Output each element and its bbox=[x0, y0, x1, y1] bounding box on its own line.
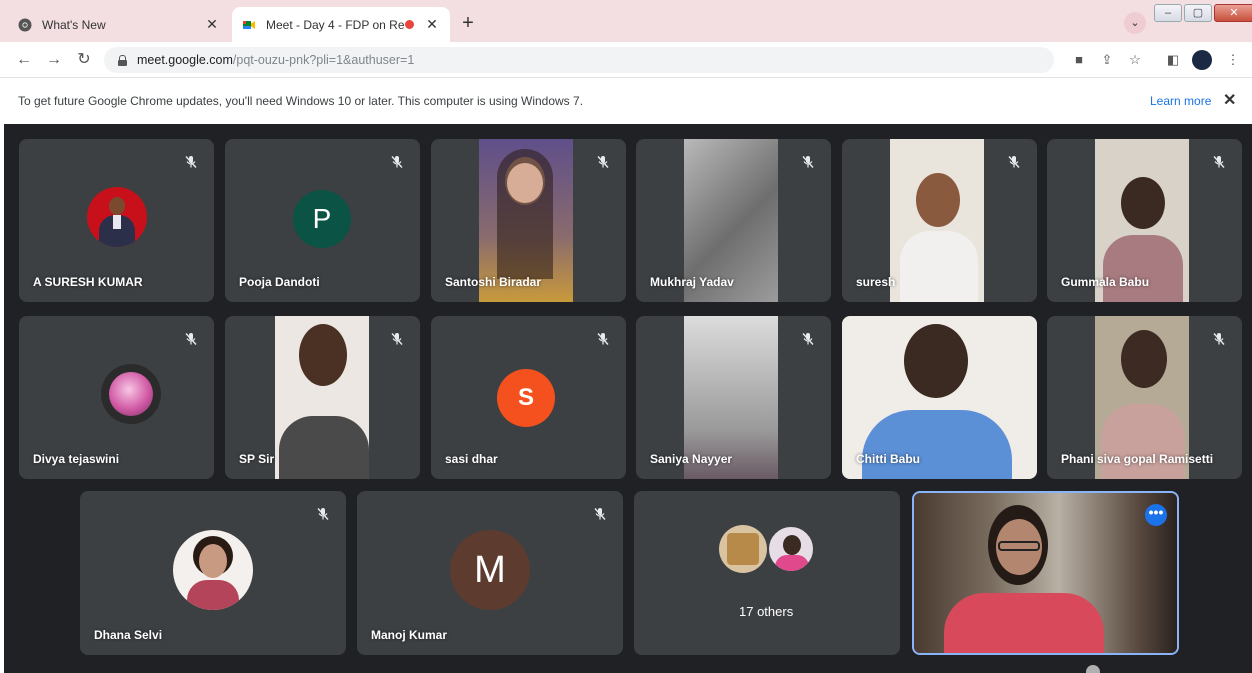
mic-off-icon bbox=[391, 156, 403, 168]
url-host: meet.google.com bbox=[137, 53, 233, 67]
participant-name: Pooja Dandoti bbox=[239, 275, 320, 289]
participant-name: Saniya Nayyer bbox=[650, 452, 733, 466]
participant-tile[interactable]: M Manoj Kumar bbox=[357, 491, 623, 655]
maximize-icon[interactable]: ▢ bbox=[1184, 4, 1212, 22]
mic-off-icon bbox=[185, 156, 197, 168]
presence-indicator bbox=[1086, 665, 1100, 673]
participant-name: SP Sir bbox=[239, 452, 275, 466]
participant-name: suresh bbox=[856, 275, 896, 289]
participant-name: Chitti Babu bbox=[856, 452, 920, 466]
meet-grid: A SURESH KUMAR P Pooja Dandoti Santoshi … bbox=[4, 124, 1252, 673]
chrome-icon bbox=[18, 18, 32, 31]
self-video-feed bbox=[914, 493, 1177, 653]
infobar-close-icon[interactable]: ✕ bbox=[1223, 90, 1236, 110]
participant-tile[interactable]: A SURESH KUMAR bbox=[19, 139, 214, 302]
participant-name: Dhana Selvi bbox=[94, 628, 163, 642]
tab-search-icon[interactable]: ⌄ bbox=[1124, 12, 1146, 34]
participant-tile[interactable]: Santoshi Biradar bbox=[431, 139, 626, 302]
share-icon[interactable]: ⇪ bbox=[1098, 51, 1116, 69]
participant-tile[interactable]: P Pooja Dandoti bbox=[225, 139, 420, 302]
window-controls: – ▢ ✕ bbox=[1152, 4, 1252, 24]
tab-title: What's New bbox=[42, 17, 106, 32]
participant-name: Phani siva gopal Ramisetti bbox=[1061, 452, 1214, 466]
window-close-icon[interactable]: ✕ bbox=[1214, 4, 1252, 22]
menu-kebab-icon[interactable]: ⋮ bbox=[1224, 51, 1242, 69]
mic-off-icon bbox=[802, 333, 814, 345]
video-feed bbox=[890, 139, 984, 302]
recording-icon bbox=[405, 20, 414, 29]
mic-off-icon bbox=[594, 508, 606, 520]
tab-title: Meet - Day 4 - FDP on Rece bbox=[266, 17, 405, 32]
participant-name: Manoj Kumar bbox=[371, 628, 448, 642]
mic-off-icon bbox=[802, 156, 814, 168]
avatar: P bbox=[293, 190, 351, 248]
avatar bbox=[719, 525, 767, 573]
update-infobar: To get future Google Chrome updates, you… bbox=[0, 78, 1252, 124]
mic-off-icon bbox=[317, 508, 329, 520]
avatar bbox=[767, 525, 815, 573]
self-options-button[interactable]: ••• bbox=[1145, 504, 1167, 526]
avatar bbox=[173, 530, 253, 610]
participant-tile[interactable]: Chitti Babu bbox=[842, 316, 1037, 479]
address-bar[interactable]: meet.google.com/pqt-ouzu-pnk?pli=1&authu… bbox=[104, 47, 1054, 73]
others-tile[interactable]: 17 others bbox=[634, 491, 900, 655]
mic-off-icon bbox=[1213, 156, 1225, 168]
back-icon[interactable]: ← bbox=[14, 50, 34, 70]
mic-off-icon bbox=[597, 156, 609, 168]
participant-name: sasi dhar bbox=[445, 452, 498, 466]
participant-name: Mukhraj Yadav bbox=[650, 275, 734, 289]
participant-name: A SURESH KUMAR bbox=[33, 275, 143, 289]
learn-more-link[interactable]: Learn more bbox=[1150, 94, 1211, 108]
camera-in-use-icon[interactable]: ■ bbox=[1070, 51, 1088, 69]
minimize-icon[interactable]: – bbox=[1154, 4, 1182, 22]
mic-off-icon bbox=[391, 333, 403, 345]
google-meet-icon bbox=[243, 20, 255, 29]
avatar: S bbox=[497, 369, 555, 427]
browser-toolbar: ← → ↻ meet.google.com/pqt-ouzu-pnk?pli=1… bbox=[0, 42, 1252, 78]
participant-name: Divya tejaswini bbox=[33, 452, 120, 466]
url-path: /pqt-ouzu-pnk?pli=1&authuser=1 bbox=[232, 53, 415, 67]
avatar bbox=[87, 187, 147, 247]
mic-off-icon bbox=[1213, 333, 1225, 345]
mic-off-icon bbox=[1008, 156, 1020, 168]
mic-off-icon bbox=[185, 333, 197, 345]
participant-name: Gummala Babu bbox=[1061, 275, 1150, 289]
self-view-tile[interactable]: ••• bbox=[912, 491, 1179, 655]
participant-tile[interactable]: SP Sir bbox=[225, 316, 420, 479]
infobar-message: To get future Google Chrome updates, you… bbox=[18, 94, 584, 108]
new-tab-button[interactable]: + bbox=[456, 12, 480, 36]
participant-tile[interactable]: Dhana Selvi bbox=[80, 491, 346, 655]
reload-icon[interactable]: ↻ bbox=[74, 50, 94, 70]
lock-icon bbox=[118, 54, 127, 66]
bookmark-star-icon[interactable]: ☆ bbox=[1126, 51, 1144, 69]
close-tab-icon[interactable]: ✕ bbox=[204, 16, 220, 33]
others-count: 17 others bbox=[739, 604, 794, 619]
mic-off-icon bbox=[597, 333, 609, 345]
avatar bbox=[101, 364, 161, 424]
participant-tile[interactable]: Phani siva gopal Ramisetti bbox=[1047, 316, 1242, 479]
participant-tile[interactable]: Gummala Babu bbox=[1047, 139, 1242, 302]
participant-tile[interactable]: suresh bbox=[842, 139, 1037, 302]
participant-name: Santoshi Biradar bbox=[445, 275, 542, 289]
tab-strip: What's New ✕ Meet - Day 4 - FDP on Rece … bbox=[0, 0, 1252, 42]
avatar: M bbox=[450, 530, 530, 610]
participant-tile[interactable]: Mukhraj Yadav bbox=[636, 139, 831, 302]
tab-whats-new[interactable]: What's New ✕ bbox=[8, 7, 230, 42]
participant-tile[interactable]: S sasi dhar bbox=[431, 316, 626, 479]
forward-icon[interactable]: → bbox=[44, 50, 64, 70]
participant-tile[interactable]: Saniya Nayyer bbox=[636, 316, 831, 479]
close-tab-icon[interactable]: ✕ bbox=[424, 16, 440, 33]
video-feed bbox=[275, 316, 369, 479]
profile-avatar[interactable] bbox=[1192, 50, 1212, 70]
tab-meet[interactable]: Meet - Day 4 - FDP on Rece ✕ bbox=[232, 7, 450, 42]
participant-tile[interactable]: Divya tejaswini bbox=[19, 316, 214, 479]
side-panel-icon[interactable]: ◧ bbox=[1164, 51, 1182, 69]
